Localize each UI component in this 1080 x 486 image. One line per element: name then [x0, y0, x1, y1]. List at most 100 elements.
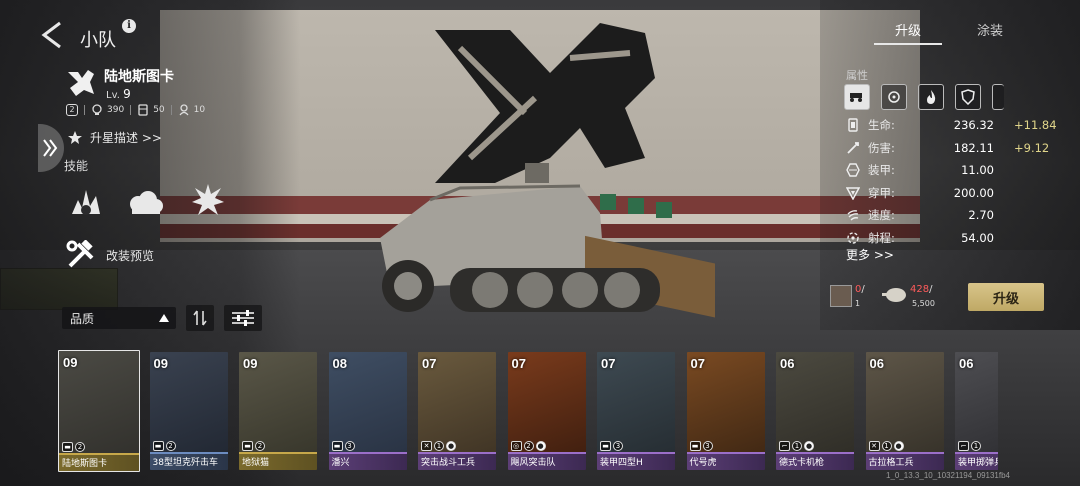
card-rank-badge: 1 — [792, 441, 802, 451]
upgrade-item2-need: 5,500 — [912, 299, 935, 308]
mod-preview-link[interactable]: 改装预览 — [66, 240, 154, 270]
unit-stats-row: 2 390 50 10 — [66, 104, 205, 116]
triangle-up-icon — [159, 314, 169, 322]
stats-list: 生命: 236.32 +11.84 伤害: 182.11 +9.12 装甲: 1… — [846, 114, 1057, 249]
upgrade-item1-need: 1 — [855, 299, 861, 308]
card-badges: ▬ 3 — [600, 441, 623, 451]
unit-card[interactable]: 08 ▬ 3 潘兴 — [327, 350, 409, 472]
card-name: 德式卡机枪 — [776, 452, 854, 470]
fuel-icon — [138, 104, 148, 116]
card-name: 飓风突击队 — [507, 452, 586, 470]
unit-card[interactable]: 06 ⌐1装甲掷弹兵 — [953, 350, 998, 472]
card-rank-badge: 1 — [971, 441, 981, 451]
unit-card[interactable]: 07 ▬ 3 代号虎 — [685, 350, 767, 472]
card-rank-badge: 2 — [165, 441, 176, 451]
card-frame: 07 ✕ 1 ● 突击战斗工兵 — [418, 352, 496, 470]
expand-side-tab[interactable] — [38, 124, 64, 172]
unit-card[interactable]: 09 ▬ 2 38型坦克歼击车 — [148, 350, 230, 472]
stat-value-1: 390 — [107, 105, 125, 115]
item1-slash: / — [861, 284, 865, 295]
card-badges: ✕ 1 ● — [868, 441, 904, 451]
card-frame: 06 ✕ 1 ● 古拉格工兵 — [865, 352, 944, 470]
stat-value: 200.00 — [953, 185, 994, 200]
attribute-category-icons — [844, 84, 1004, 110]
unit-card[interactable]: 09 ▬ 2 地狱猫 — [237, 350, 319, 472]
vehicle-model — [380, 163, 715, 318]
stat-value: 182.11 — [953, 140, 994, 155]
card-level: 09 — [153, 356, 168, 371]
item2-slash: / — [929, 284, 933, 295]
tank-icon: ▬ — [600, 441, 611, 451]
card-rank-badge: 3 — [702, 441, 713, 451]
page-title: 小队 — [80, 30, 116, 51]
chat-icon: ● — [446, 441, 456, 451]
range-icon — [847, 232, 859, 244]
upgrade-item-portrait[interactable] — [830, 285, 852, 307]
unit-card[interactable]: 09 ▬ 2 陆地斯图卡 — [58, 350, 140, 472]
card-frame: 06 ⌐1装甲掷弹兵 — [955, 352, 998, 470]
fire-icon[interactable] — [918, 84, 944, 110]
skill-blast-icon[interactable] — [188, 180, 228, 220]
unit-card[interactable]: 07 ▬ 3 装甲四型H — [595, 350, 677, 472]
more-category-icon[interactable] — [992, 84, 1004, 110]
stat-bonus: +9.12 — [1014, 140, 1050, 155]
filter-button[interactable] — [224, 305, 262, 331]
stat-label: 装甲: — [868, 163, 895, 178]
unit-card[interactable]: 07 ◎ 2 ● 飓风突击队 — [506, 350, 588, 472]
shield-icon[interactable] — [955, 84, 981, 110]
unit-card[interactable]: 06 ⌐ 1 ● 德式卡机枪 — [774, 350, 856, 472]
stat-value: 11.00 — [961, 163, 994, 178]
divider — [170, 105, 172, 115]
unit-name: 陆地斯图卡 — [104, 69, 174, 85]
more-stats-link[interactable]: 更多 >> — [846, 246, 894, 263]
card-badges: ▬ 2 — [62, 442, 85, 452]
card-level: 09 — [243, 356, 258, 371]
card-badges: ▬ 2 — [242, 441, 265, 451]
level-value: 9 — [123, 87, 131, 101]
tab-paint[interactable]: 涂装 — [956, 20, 1024, 45]
sort-button[interactable] — [186, 305, 214, 331]
tank-icon: ▬ — [331, 441, 343, 451]
stat-value: 2.70 — [968, 208, 994, 223]
star-upgrade-link[interactable]: 升星描述 >> — [66, 129, 162, 146]
card-frame: 09 ▬ 2 陆地斯图卡 — [58, 350, 140, 472]
flame-glyph — [927, 90, 936, 104]
item2-have: 428 — [910, 284, 930, 295]
card-name: 装甲掷弹兵 — [955, 452, 998, 470]
quality-label: 品质 — [70, 311, 95, 326]
upgrade-button[interactable]: 升级 — [968, 283, 1044, 311]
card-rank-badge: 3 — [344, 441, 355, 451]
card-name: 潘兴 — [328, 452, 407, 470]
level-prefix: Lv. — [106, 90, 120, 101]
quality-dropdown[interactable]: 品质 — [62, 307, 176, 329]
card-badges: ⌐ 1 ● — [779, 441, 814, 451]
unit-card[interactable]: 07 ✕ 1 ● 突击战斗工兵 — [416, 350, 498, 472]
mask-icon: ◎ — [510, 441, 522, 451]
tab-upgrade[interactable]: 升级 — [874, 20, 942, 45]
divider — [84, 105, 85, 115]
bulb-icon — [92, 104, 102, 115]
card-level: 09 — [63, 355, 78, 370]
info-icon[interactable]: i — [122, 19, 136, 33]
upgrade-item2-count: 428/ — [910, 284, 932, 295]
unit-card[interactable]: 06 ✕ 1 ● 古拉格工兵 — [864, 350, 946, 472]
mod-preview-label: 改装预览 — [106, 248, 155, 263]
card-name: 38型坦克歼击车 — [149, 452, 228, 470]
stat-label: 穿甲: — [868, 185, 895, 200]
card-rank-badge: 1 — [881, 441, 892, 451]
crosshair-icon[interactable] — [881, 84, 907, 110]
card-rank-badge: 1 — [434, 441, 444, 451]
card-badges: ✕ 1 ● — [421, 441, 456, 451]
sort-arrows-icon — [193, 310, 207, 326]
vehicle-icon[interactable] — [844, 84, 870, 110]
back-arrow-icon[interactable] — [38, 20, 66, 50]
card-badges: ▬ 3 — [689, 441, 713, 451]
stat-row-penetration: 穿甲: 200.00 — [846, 182, 1056, 205]
card-frame: 07 ▬ 3 装甲四型H — [597, 352, 675, 470]
skill-smoke-icon[interactable] — [126, 180, 166, 220]
card-frame: 07 ◎ 2 ● 飓风突击队 — [507, 352, 586, 470]
stat-row-speed: 速度: 2.70 — [846, 204, 1056, 227]
card-frame: 07 ▬ 3 代号虎 — [686, 352, 765, 470]
skill-explosion-icon[interactable] — [66, 180, 106, 220]
card-badges: ⌐ 1 — [958, 441, 981, 451]
